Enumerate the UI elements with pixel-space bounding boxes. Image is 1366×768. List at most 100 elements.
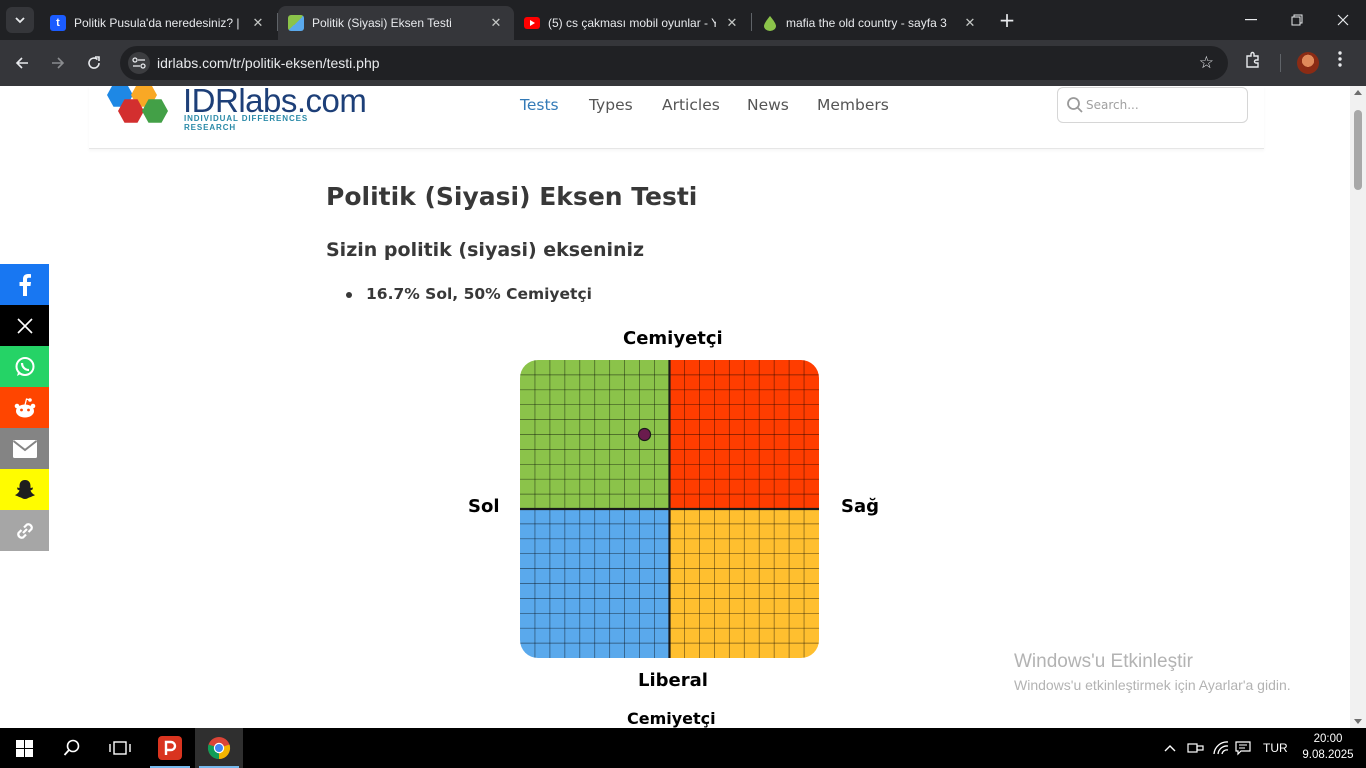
share-facebook-button[interactable] — [0, 264, 49, 305]
logo-tagline: INDIVIDUAL DIFFERENCES RESEARCH — [184, 114, 309, 132]
minimize-icon — [1245, 19, 1257, 21]
site-search[interactable] — [1057, 87, 1248, 123]
tab-title: mafia the old country - sayfa 3 — [786, 16, 947, 30]
close-icon[interactable]: ✕ — [488, 15, 504, 31]
activation-watermark-text: Windows'u etkinleştirmek için Ayarlar'a … — [1014, 677, 1291, 693]
result-point-marker — [637, 427, 652, 442]
page-title: Politik (Siyasi) Eksen Testi — [326, 182, 698, 211]
nav-articles[interactable]: Articles — [662, 96, 720, 114]
site-header: IDRlabs.com INDIVIDUAL DIFFERENCES RESEA… — [89, 86, 1264, 149]
nav-members[interactable]: Members — [817, 96, 889, 114]
drop-icon — [762, 15, 778, 31]
result-summary: 16.7% Sol, 50% Cemiyetçi — [346, 285, 592, 303]
taskbar-chrome-app[interactable] — [195, 728, 243, 768]
tab-politik-pusula[interactable]: t Politik Pusula'da neredesiniz? | ✕ — [40, 6, 276, 40]
political-compass-chart — [520, 360, 819, 658]
new-tab-button[interactable]: + — [996, 9, 1018, 31]
reload-button[interactable] — [80, 49, 108, 77]
reddit-icon — [14, 397, 35, 417]
url-text: idrlabs.com/tr/politik-eksen/testi.php — [157, 55, 380, 71]
close-window-button[interactable] — [1320, 0, 1366, 40]
page-viewport: IDRlabs.com INDIVIDUAL DIFFERENCES RESEA… — [0, 86, 1350, 728]
minimize-button[interactable] — [1228, 0, 1274, 40]
address-bar[interactable]: idrlabs.com/tr/politik-eksen/testi.php ☆ — [120, 46, 1228, 80]
scroll-up-arrow[interactable] — [1354, 90, 1362, 95]
start-button[interactable] — [0, 728, 48, 768]
search-icon — [1067, 97, 1083, 113]
chrome-icon — [207, 737, 231, 760]
task-view-icon — [109, 741, 131, 755]
wifi-icon[interactable] — [1212, 728, 1230, 768]
next-chart-heading: Cemiyetçi — [627, 709, 716, 728]
axis-label-top: Cemiyetçi — [623, 328, 723, 349]
share-snapchat-button[interactable] — [0, 469, 49, 510]
close-icon[interactable]: ✕ — [724, 15, 740, 31]
idrlabs-icon — [288, 15, 304, 31]
back-button[interactable] — [8, 49, 36, 77]
arrow-left-icon — [15, 57, 28, 69]
close-icon[interactable]: ✕ — [250, 15, 266, 31]
share-reddit-button[interactable] — [0, 387, 49, 428]
arrow-right-icon — [52, 57, 65, 69]
copy-link-button[interactable] — [0, 510, 49, 551]
taskbar-search-button[interactable] — [48, 728, 96, 768]
nav-news[interactable]: News — [747, 96, 789, 114]
page-scrollbar[interactable] — [1350, 86, 1366, 728]
tab-title: Politik (Siyasi) Eksen Testi — [312, 16, 452, 30]
taskbar-psiphon-app[interactable] — [146, 728, 194, 768]
clock-time: 20:00 — [1313, 733, 1343, 745]
axis-label-left: Sol — [468, 496, 500, 517]
email-icon — [12, 439, 37, 458]
menu-kebab-icon[interactable] — [1338, 50, 1342, 73]
site-logo[interactable]: IDRlabs.com INDIVIDUAL DIFFERENCES RESEA… — [101, 86, 367, 132]
close-icon[interactable]: ✕ — [962, 15, 978, 31]
scroll-down-arrow[interactable] — [1354, 719, 1362, 724]
result-heading: Sizin politik (siyasi) ekseniniz — [326, 239, 645, 261]
task-view-button[interactable] — [96, 728, 144, 768]
share-x-button[interactable] — [0, 305, 49, 346]
x-icon — [16, 317, 33, 334]
reload-icon — [88, 56, 100, 69]
axis-label-bottom: Liberal — [638, 670, 708, 691]
tab-politik-eksen[interactable]: Politik (Siyasi) Eksen Testi ✕ — [278, 6, 514, 40]
link-icon — [16, 522, 33, 539]
share-email-button[interactable] — [0, 428, 49, 469]
tab-search-button[interactable] — [6, 7, 34, 33]
activation-watermark-title: Windows'u Etkinleştir — [1014, 651, 1193, 672]
search-input[interactable] — [1086, 96, 1236, 114]
restore-button[interactable] — [1274, 0, 1320, 40]
forward-button[interactable] — [44, 49, 72, 77]
network-adapter-icon[interactable] — [1187, 728, 1204, 768]
share-whatsapp-button[interactable] — [0, 346, 49, 387]
snapchat-icon — [14, 479, 35, 499]
whatsapp-icon — [15, 356, 34, 376]
youtube-icon — [524, 17, 540, 29]
search-icon — [63, 739, 80, 756]
browser-tab-bar: t Politik Pusula'da neredesiniz? | ✕ Pol… — [0, 0, 1366, 40]
windows-logo-icon — [15, 739, 33, 757]
toolbar-divider — [1280, 54, 1281, 72]
tab-youtube[interactable]: (5) cs çakması mobil oyunlar - Y ✕ — [514, 6, 750, 40]
notifications-message-icon[interactable] — [1235, 728, 1251, 768]
axis-label-right: Sağ — [841, 496, 879, 517]
profile-avatar[interactable] — [1297, 52, 1319, 74]
tab-mafia[interactable]: mafia the old country - sayfa 3 ✕ — [752, 6, 988, 40]
close-icon — [1337, 14, 1349, 26]
tab-title: Politik Pusula'da neredesiniz? | — [74, 16, 240, 30]
compass-plot-area — [520, 360, 819, 658]
windows-taskbar: TUR 20:00 9.08.2025 — [0, 728, 1366, 768]
clock-date: 9.08.2025 — [1302, 749, 1354, 761]
nav-tests[interactable]: Tests — [520, 96, 559, 114]
nav-types[interactable]: Types — [589, 96, 633, 114]
bookmark-star-icon[interactable]: ☆ — [1199, 53, 1214, 73]
chevron-up-icon — [1164, 745, 1176, 752]
browser-toolbar: idrlabs.com/tr/politik-eksen/testi.php ☆ — [0, 40, 1366, 86]
taskbar-clock[interactable]: 20:00 9.08.2025 — [1296, 731, 1360, 763]
site-info-icon[interactable] — [128, 52, 150, 74]
tab-title: (5) cs çakması mobil oyunlar - Y — [548, 16, 716, 30]
show-hidden-icons-button[interactable] — [1164, 728, 1176, 768]
scrollbar-thumb[interactable] — [1354, 110, 1362, 190]
input-language[interactable]: TUR — [1263, 728, 1288, 768]
tumblr-t-icon: t — [50, 15, 66, 31]
extensions-icon[interactable] — [1244, 51, 1262, 74]
